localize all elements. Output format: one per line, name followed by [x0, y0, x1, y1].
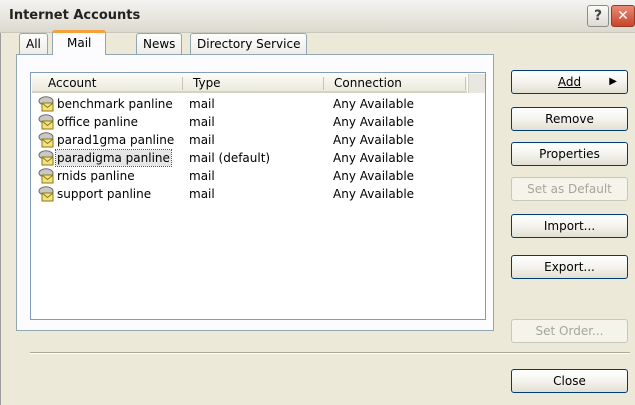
add-button-label: Add [557, 75, 582, 89]
close-button[interactable]: Close [511, 369, 628, 393]
account-type: mail [189, 133, 215, 147]
account-name: paradigma panline [55, 149, 172, 167]
window-close-button[interactable]: ✕ [611, 5, 635, 27]
mail-account-icon [37, 150, 55, 166]
column-divider[interactable] [182, 77, 183, 90]
account-name: benchmark panline [57, 97, 173, 111]
account-connection: Any Available [333, 169, 415, 183]
import-button-label: Import... [543, 219, 596, 233]
set-order-button-label: Set Order... [535, 324, 604, 338]
account-connection: Any Available [333, 187, 415, 201]
mail-account-icon [37, 168, 55, 184]
list-item[interactable]: support panline mail Any Available [37, 186, 457, 202]
remove-button-label: Remove [545, 112, 594, 126]
list-item[interactable]: rnids panline mail Any Available [37, 168, 457, 184]
account-connection: Any Available [333, 115, 415, 129]
help-button[interactable]: ? [587, 5, 609, 27]
mail-account-icon [37, 114, 55, 130]
submenu-arrow-icon: ▶ [609, 76, 617, 87]
list-header: Account Type Connection [32, 74, 467, 93]
import-button[interactable]: Import... [511, 214, 628, 238]
column-header-connection[interactable]: Connection [328, 74, 463, 92]
account-connection: Any Available [333, 151, 415, 165]
account-connection: Any Available [333, 133, 415, 147]
header-filler [468, 74, 485, 93]
account-type: mail [189, 115, 215, 129]
add-button[interactable]: Add ▶ [511, 70, 628, 94]
set-as-default-button[interactable]: Set as Default [511, 177, 628, 201]
list-item[interactable]: benchmark panline mail Any Available [37, 96, 457, 112]
account-type: mail (default) [189, 151, 271, 165]
divider [30, 352, 630, 354]
remove-button[interactable]: Remove [511, 107, 628, 131]
column-header-account[interactable]: Account [42, 74, 182, 92]
account-type: mail [189, 169, 215, 183]
column-divider[interactable] [323, 77, 324, 90]
account-connection: Any Available [333, 97, 415, 111]
mail-account-icon [37, 132, 55, 148]
tab-news[interactable]: News [136, 33, 183, 55]
column-header-type[interactable]: Type [187, 74, 322, 92]
mail-account-icon [37, 96, 55, 112]
list-item[interactable]: paradigma panline mail (default) Any Avail… [37, 149, 457, 167]
properties-button[interactable]: Properties [511, 142, 628, 166]
account-type: mail [189, 97, 215, 111]
list-item[interactable]: parad1gma panline mail Any Available [37, 132, 457, 148]
set-order-button[interactable]: Set Order... [511, 319, 628, 343]
properties-button-label: Properties [539, 147, 600, 161]
account-name: rnids panline [57, 169, 135, 183]
column-divider[interactable] [465, 77, 466, 90]
export-button-label: Export... [544, 260, 595, 274]
set-as-default-button-label: Set as Default [527, 182, 612, 196]
list-item[interactable]: office panline mail Any Available [37, 114, 457, 130]
export-button[interactable]: Export... [511, 255, 628, 279]
window-title: Internet Accounts [9, 8, 141, 23]
mail-account-icon [37, 186, 55, 202]
account-name: support panline [57, 187, 152, 201]
accounts-list[interactable]: Account Type Connection benchmark panlin… [30, 72, 486, 320]
title-bar: Internet Accounts ? ✕ [0, 0, 635, 33]
tab-all[interactable]: All [19, 33, 48, 55]
tab-directory-service[interactable]: Directory Service [190, 33, 308, 55]
close-button-label: Close [553, 374, 586, 388]
account-type: mail [189, 187, 215, 201]
tab-mail[interactable]: Mail [52, 30, 107, 55]
account-name: parad1gma panline [57, 133, 175, 147]
account-name: office panline [57, 115, 138, 129]
